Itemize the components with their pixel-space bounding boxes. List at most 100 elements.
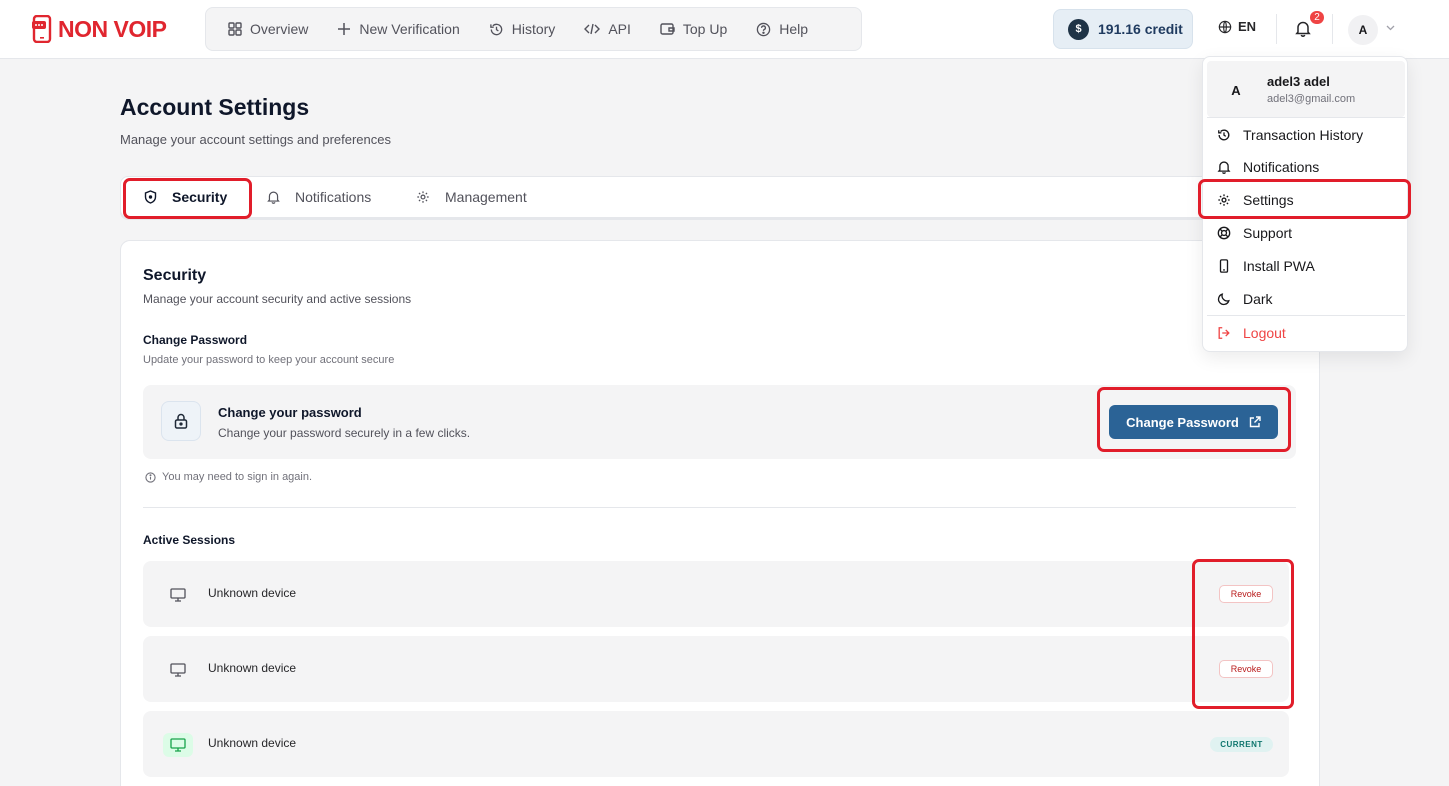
menu-divider	[1207, 117, 1405, 118]
lock-icon	[174, 413, 188, 429]
sign-in-note: You may need to sign in again.	[145, 471, 312, 483]
section-title: Security	[143, 267, 207, 284]
highlight-box-revoke-buttons	[1192, 559, 1294, 709]
menu-item-dark-mode[interactable]: Dark	[1217, 289, 1273, 309]
security-card: Security Manage your account security an…	[120, 240, 1320, 786]
monitor-icon	[170, 588, 186, 602]
menu-item-support[interactable]: Support	[1217, 223, 1292, 243]
notification-count-badge: 2	[1308, 9, 1326, 26]
change-password-title: Change Password	[143, 333, 248, 347]
device-icon-wrap	[163, 658, 193, 682]
menu-item-install-pwa[interactable]: Install PWA	[1217, 256, 1315, 276]
session-row: Unknown device Revoke	[143, 636, 1289, 702]
user-avatar-button[interactable]: A	[1348, 15, 1378, 45]
nav-top-up[interactable]: Top Up	[652, 14, 735, 44]
nav-overview[interactable]: Overview	[220, 14, 316, 44]
device-icon-wrap	[163, 583, 193, 607]
tab-label: Notifications	[295, 189, 372, 205]
grid-icon	[228, 22, 242, 36]
language-switcher[interactable]: EN	[1218, 19, 1256, 34]
notifications-button[interactable]	[1295, 20, 1311, 37]
wallet-icon	[660, 23, 675, 35]
logo-text: NON VOIP	[58, 15, 167, 42]
page-title: Account Settings	[120, 94, 310, 120]
user-name: adel3 adel	[1267, 74, 1330, 89]
tab-management[interactable]: Management	[416, 181, 527, 213]
credit-balance[interactable]: $ 191.16 credit	[1053, 9, 1193, 49]
gear-icon	[417, 191, 429, 203]
avatar: A	[1231, 82, 1241, 98]
device-name: Unknown device	[208, 586, 297, 600]
menu-item-transaction-history[interactable]: Transaction History	[1217, 125, 1363, 145]
nav-label: API	[608, 21, 631, 37]
nav-help[interactable]: Help	[748, 14, 816, 44]
nav-label: Overview	[250, 21, 309, 37]
lock-tile	[161, 401, 201, 441]
nav-new-verification[interactable]: New Verification	[329, 14, 467, 44]
globe-icon	[1218, 20, 1232, 33]
monitor-icon	[170, 738, 186, 752]
change-password-box-title: Change your password	[218, 405, 362, 420]
session-row: Unknown device Revoke	[143, 561, 1289, 627]
device-icon-wrap	[163, 733, 193, 757]
code-icon	[584, 23, 601, 35]
smartphone-icon	[1219, 259, 1229, 273]
nav-label: New Verification	[359, 21, 460, 37]
help-circle-icon	[757, 22, 771, 36]
session-row-current: Unknown device CURRENT	[143, 711, 1289, 777]
main-nav: Overview New Verification History API To…	[205, 7, 862, 51]
page-subtitle: Manage your account settings and prefere…	[120, 132, 392, 147]
active-sessions-title: Active Sessions	[143, 533, 236, 547]
bell-icon	[267, 191, 280, 204]
section-subtitle: Manage your account security and active …	[143, 292, 412, 306]
plus-icon	[338, 23, 351, 35]
bell-icon	[1295, 21, 1311, 37]
note-text: You may need to sign in again.	[162, 471, 313, 483]
divider	[1332, 14, 1333, 44]
menu-item-label: Notifications	[1243, 159, 1320, 175]
menu-divider	[1207, 315, 1405, 316]
logout-icon	[1218, 327, 1230, 339]
settings-tabs: Security Notifications Management	[120, 176, 1320, 218]
nav-label: History	[511, 21, 556, 37]
device-name: Unknown device	[208, 661, 297, 675]
section-divider	[143, 507, 1296, 508]
change-password-box-subtitle: Change your password securely in a few c…	[218, 426, 471, 440]
dollar-icon: $	[1068, 18, 1089, 40]
lifebuoy-icon	[1217, 226, 1231, 240]
logo[interactable]: NON VOIP	[32, 13, 167, 45]
tab-notifications[interactable]: Notifications	[267, 181, 371, 213]
user-email: adel3@gmail.com	[1267, 93, 1356, 105]
language-label: EN	[1238, 19, 1257, 34]
change-password-subtitle: Update your password to keep your accoun…	[143, 354, 395, 366]
top-bar: NON VOIP Overview New Verification Histo…	[0, 0, 1449, 59]
menu-item-logout[interactable]: Logout	[1217, 323, 1286, 343]
nav-history[interactable]: History	[481, 14, 564, 44]
history-icon	[1218, 129, 1230, 141]
phone-logo-icon	[32, 15, 52, 43]
highlight-box-settings-menu-item	[1198, 179, 1411, 219]
menu-item-label: Dark	[1243, 291, 1273, 307]
menu-item-label: Install PWA	[1243, 258, 1315, 274]
monitor-icon	[170, 663, 186, 677]
chevron-down-icon[interactable]	[1386, 25, 1395, 31]
menu-item-notifications[interactable]: Notifications	[1217, 157, 1319, 177]
menu-item-label: Transaction History	[1243, 127, 1364, 143]
credit-amount: 191.16 credit	[1098, 21, 1183, 37]
menu-item-label: Logout	[1243, 325, 1286, 341]
nav-label: Top Up	[682, 21, 728, 37]
dropdown-user-info: A adel3 adel adel3@gmail.com	[1207, 61, 1405, 117]
nav-api[interactable]: API	[576, 14, 639, 44]
history-icon	[489, 23, 502, 35]
bell-icon	[1217, 161, 1231, 174]
tab-label: Management	[445, 189, 527, 205]
device-name: Unknown device	[208, 736, 297, 750]
highlight-box-security-tab	[123, 178, 252, 219]
divider	[1276, 14, 1277, 44]
highlight-box-change-password	[1097, 387, 1291, 452]
menu-item-label: Support	[1243, 225, 1293, 241]
nav-label: Help	[779, 21, 809, 37]
info-icon	[145, 471, 156, 483]
moon-icon	[1217, 293, 1230, 306]
current-session-badge: CURRENT	[1210, 737, 1273, 752]
